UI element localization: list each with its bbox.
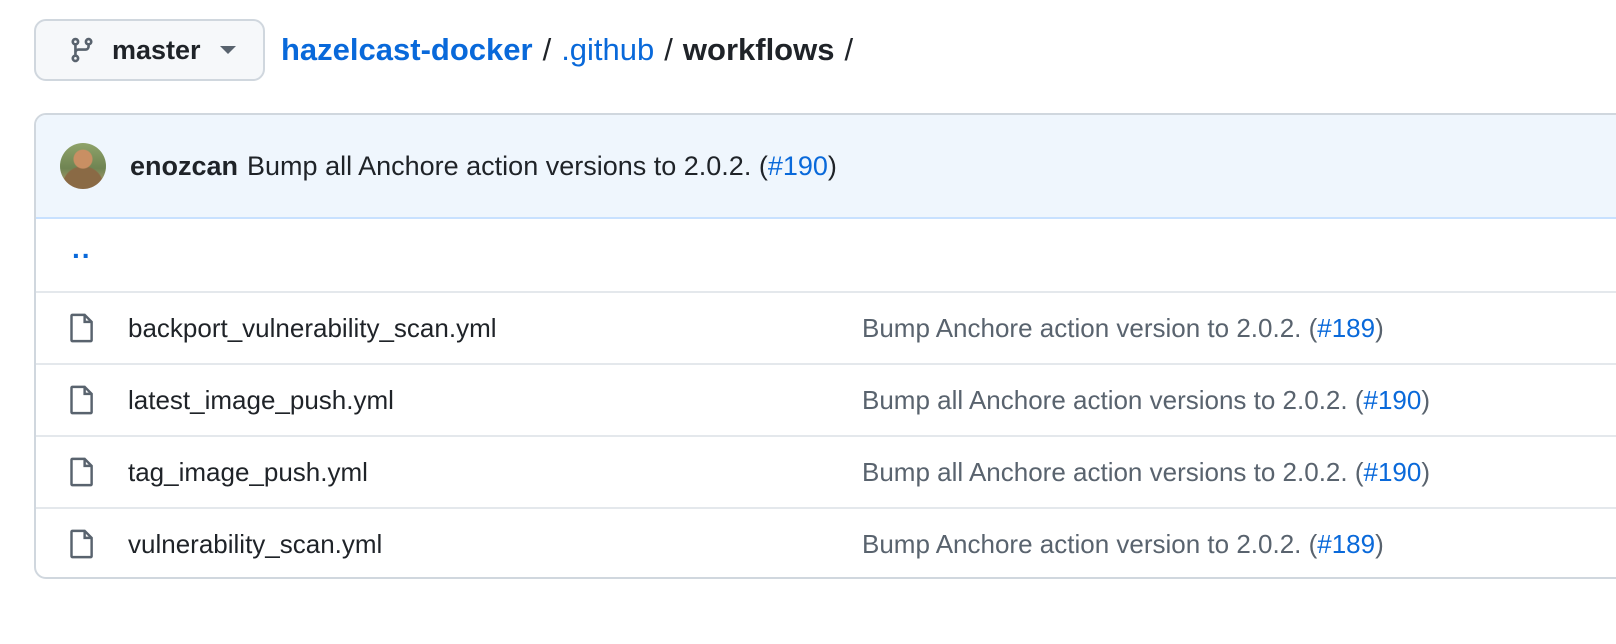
breadcrumb-github-link[interactable]: .github	[561, 32, 654, 68]
file-icon	[68, 384, 96, 416]
file-name-link[interactable]: tag_image_push.yml	[128, 457, 368, 488]
file-icon	[68, 456, 96, 488]
file-row: backport_vulnerability_scan.yml Bump Anc…	[36, 291, 1616, 363]
file-pr-link[interactable]: #189	[1317, 529, 1375, 559]
file-icon	[68, 528, 96, 560]
file-listing: enozcan Bump all Anchore action versions…	[34, 113, 1616, 579]
parent-directory-link[interactable]: ..	[72, 235, 92, 263]
branch-name: master	[112, 34, 201, 65]
branch-select-button[interactable]: master	[34, 19, 265, 81]
breadcrumb-separator: /	[542, 32, 552, 67]
file-pr-link[interactable]: #189	[1317, 313, 1375, 343]
file-icon	[68, 312, 96, 344]
breadcrumb: hazelcast-docker / .github / workflows /	[281, 32, 863, 68]
parent-directory-row: ..	[36, 219, 1616, 291]
file-row: latest_image_push.yml Bump all Anchore a…	[36, 363, 1616, 435]
file-name-link[interactable]: backport_vulnerability_scan.yml	[128, 313, 497, 344]
file-pr-link[interactable]: #190	[1364, 457, 1422, 487]
breadcrumb-separator: /	[664, 32, 673, 67]
repo-header: master hazelcast-docker / .github / work…	[34, 19, 863, 81]
file-name-link[interactable]: latest_image_push.yml	[128, 385, 394, 416]
file-commit-message[interactable]: Bump all Anchore action versions to 2.0.…	[862, 385, 1430, 416]
commit-pr-link[interactable]: #190	[768, 151, 828, 181]
file-row: tag_image_push.yml Bump all Anchore acti…	[36, 435, 1616, 507]
file-pr-link[interactable]: #190	[1364, 385, 1422, 415]
git-branch-icon	[68, 36, 96, 64]
avatar[interactable]	[60, 143, 106, 189]
file-commit-message[interactable]: Bump Anchore action version to 2.0.2. (#…	[862, 529, 1384, 560]
breadcrumb-repo-link[interactable]: hazelcast-docker	[281, 32, 533, 68]
latest-commit-bar: enozcan Bump all Anchore action versions…	[36, 115, 1616, 219]
file-commit-message[interactable]: Bump all Anchore action versions to 2.0.…	[862, 457, 1430, 488]
breadcrumb-separator: /	[844, 32, 854, 67]
caret-down-icon	[219, 44, 237, 56]
breadcrumb-current: workflows	[682, 32, 835, 67]
commit-author[interactable]: enozcan	[130, 151, 238, 182]
commit-message[interactable]: Bump all Anchore action versions to 2.0.…	[247, 151, 837, 182]
file-name-link[interactable]: vulnerability_scan.yml	[128, 529, 382, 560]
file-commit-message[interactable]: Bump Anchore action version to 2.0.2. (#…	[862, 313, 1384, 344]
file-row: vulnerability_scan.yml Bump Anchore acti…	[36, 507, 1616, 577]
